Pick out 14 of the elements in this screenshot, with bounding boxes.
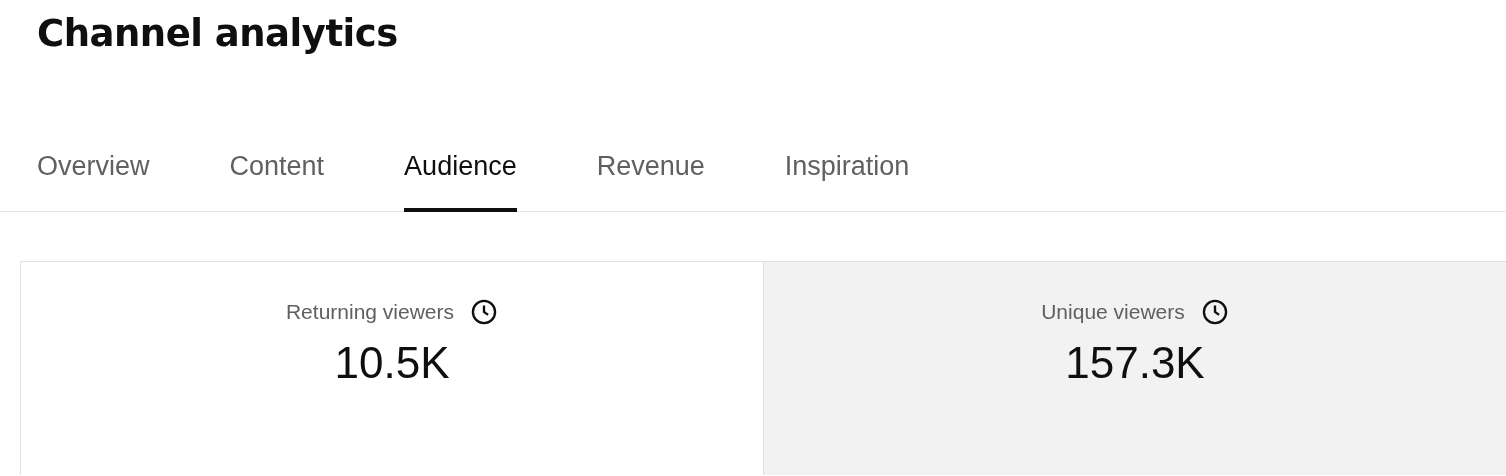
tab[interactable]: Overview — [37, 151, 150, 212]
tab[interactable]: Inspiration — [784, 151, 910, 212]
tab[interactable]: Revenue — [596, 151, 705, 212]
metric-label: Unique viewers — [1041, 300, 1185, 324]
metric-card[interactable]: Returning viewers 10.5K — [20, 261, 763, 475]
clock-icon — [1200, 298, 1229, 326]
metric-value: 10.5K — [334, 338, 450, 388]
tab[interactable]: Audience — [404, 151, 517, 212]
metric-card[interactable]: Unique viewers 157.3K — [763, 261, 1506, 475]
page-title: Channel analytics — [37, 12, 398, 55]
metric-value: 157.3K — [1065, 338, 1205, 388]
metric-label: Returning viewers — [285, 300, 455, 324]
clock-icon — [470, 298, 499, 326]
tab[interactable]: Content — [229, 151, 325, 212]
